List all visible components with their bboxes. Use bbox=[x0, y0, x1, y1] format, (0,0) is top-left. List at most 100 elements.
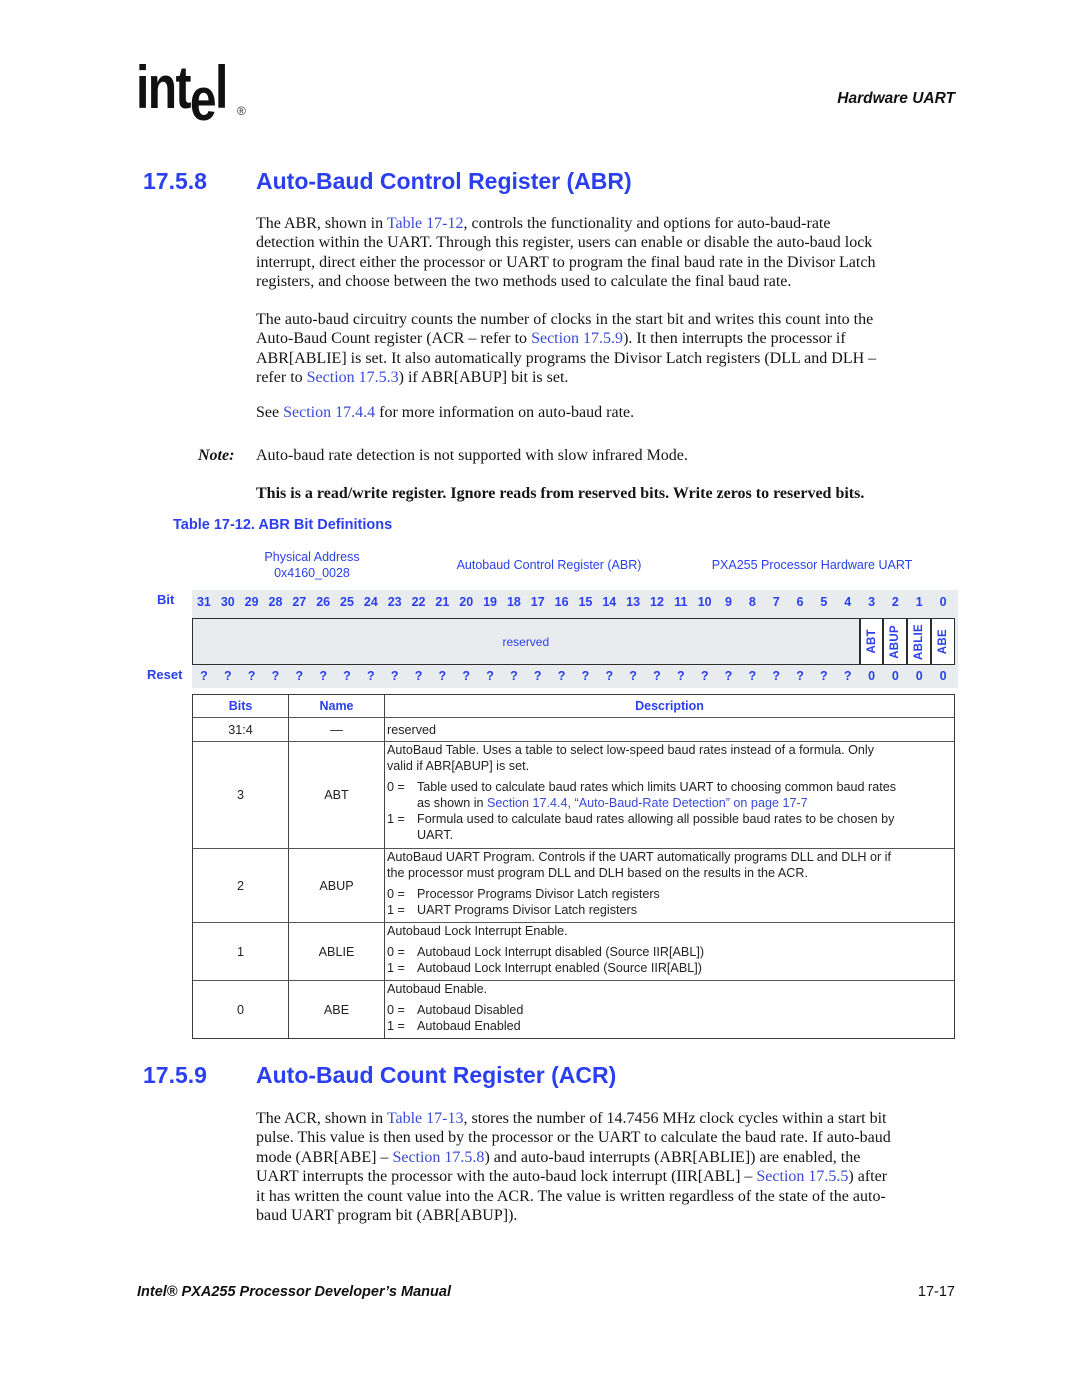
reset-value: ? bbox=[605, 669, 614, 683]
cross-reference-link[interactable]: Section 17.4.4, “Auto-Baud-Rate Detectio… bbox=[487, 796, 808, 810]
reset-value: ? bbox=[462, 669, 471, 683]
description-line: Autobaud Enable. bbox=[387, 981, 952, 997]
register-bit-diagram: 31 30 29 28 27 26 25 24 23 22 21 20 19 18 17 16 15 14 13 12… bbox=[192, 590, 958, 688]
text-run: ) and auto-baud interrupts (ABR[ABLIE]) … bbox=[484, 1148, 861, 1166]
reset-value: ? bbox=[438, 669, 447, 683]
cross-reference-link[interactable]: Section 17.4.4 bbox=[283, 404, 375, 421]
bit-row-label: Bit bbox=[157, 592, 175, 607]
description-cell: reserved bbox=[384, 718, 954, 741]
option-text: Table used to calculate baud rates which… bbox=[387, 779, 952, 811]
bit-number: 4 bbox=[844, 595, 852, 609]
description-line: as shown in Section 17.4.4, “Auto-Baud-R… bbox=[417, 795, 952, 811]
reset-value: ? bbox=[486, 669, 494, 683]
bit-number: 28 bbox=[268, 595, 283, 609]
section-title: Auto-Baud Control Register (ABR) bbox=[256, 168, 632, 194]
description-line: the processor must program DLL and DLH b… bbox=[387, 865, 952, 881]
text-line: Auto-Baud Count register (ACR – refer to… bbox=[256, 329, 876, 348]
text-run: AutoBaud Table. Uses a table to select l… bbox=[387, 743, 875, 757]
bit-number: 3 bbox=[868, 595, 876, 609]
text-run: as shown in bbox=[417, 796, 488, 810]
reset-value: 0 bbox=[891, 669, 899, 683]
bit-number: 14 bbox=[602, 595, 617, 609]
bit-number: 0 bbox=[939, 595, 947, 609]
column-header-bits: Bits bbox=[228, 699, 253, 713]
bit-number: 12 bbox=[650, 595, 664, 609]
abr-paragraph-see-also: See Section 17.4.4 for more information … bbox=[256, 403, 634, 422]
reset-value: ? bbox=[796, 669, 804, 683]
logo-text: l bbox=[214, 54, 228, 121]
text-line: mode (ABR[ABE] – Section 17.5.8) and aut… bbox=[256, 1148, 891, 1167]
physical-address-value: 0x4160_0028 bbox=[274, 565, 350, 580]
text-run: UART. bbox=[417, 828, 454, 842]
option-text: Autobaud Enabled bbox=[387, 1018, 952, 1034]
text-run: The auto-baud circuitry counts the numbe… bbox=[256, 311, 874, 328]
cross-reference-link[interactable]: Section 17.5.5 bbox=[756, 1168, 848, 1185]
bits-cell: 2 bbox=[236, 878, 244, 893]
text-run: refer to bbox=[256, 369, 307, 387]
option-value-key: 1 = bbox=[387, 961, 405, 975]
bit-number: 22 bbox=[411, 595, 426, 609]
bit-number: 27 bbox=[292, 595, 307, 609]
text-run: for more information on auto-baud rate. bbox=[375, 404, 635, 421]
option-text: Processor Programs Divisor Latch registe… bbox=[387, 886, 952, 902]
option-value-key: 1 = bbox=[387, 1019, 405, 1033]
description-line: Autobaud Lock Interrupt Enable. bbox=[387, 923, 952, 939]
description-cell: Autobaud Lock Interrupt Enable. 0 = Autoba… bbox=[384, 923, 954, 980]
value-option: 1 = Formula used to calculate baud rates … bbox=[387, 811, 952, 843]
text-run: registers, and choose between the two me… bbox=[256, 273, 792, 291]
bit-number: 26 bbox=[316, 595, 331, 609]
description-line: Processor Programs Divisor Latch registe… bbox=[417, 886, 952, 902]
description-intro: reserved bbox=[387, 722, 436, 738]
table-header-row: Bits Name Description bbox=[193, 695, 954, 717]
description-line: Autobaud Enabled bbox=[417, 1018, 952, 1034]
bit-number: 20 bbox=[459, 595, 474, 609]
bit-number: 1 bbox=[915, 595, 923, 609]
text-line: UART interrupts the processor with the a… bbox=[256, 1167, 891, 1186]
description-intro: Autobaud Enable. bbox=[387, 981, 952, 997]
name-cell: ABT bbox=[288, 742, 384, 848]
reset-value: ? bbox=[414, 669, 423, 683]
text-run: The ACR, shown in bbox=[256, 1110, 387, 1127]
cross-reference-link[interactable]: Table 17-12 bbox=[387, 215, 464, 232]
text-run: pulse. This value is then used by the pr… bbox=[256, 1129, 891, 1147]
value-options: 0 = Autobaud Lock Interrupt disabled (Sou… bbox=[387, 944, 952, 976]
reset-value: ? bbox=[223, 669, 232, 683]
logo-text: int bbox=[136, 54, 191, 121]
bit-number: 29 bbox=[244, 595, 259, 609]
value-options: 0 = Processor Programs Divisor Latch regi… bbox=[387, 886, 952, 918]
bit-number: 17 bbox=[530, 595, 545, 609]
option-text: Autobaud Lock Interrupt disabled (Source… bbox=[387, 944, 952, 960]
abr-paragraph-1: The ABR, shown in Table 17-12, controls … bbox=[256, 214, 875, 292]
text-run: detection within the UART. Through this … bbox=[256, 234, 873, 252]
bit-number: 18 bbox=[506, 595, 521, 609]
footer-manual-title: Intel® PXA255 Processor Developer’s Manu… bbox=[137, 1284, 451, 1300]
reset-value: ? bbox=[319, 669, 327, 683]
section-title: Auto-Baud Count Register (ACR) bbox=[256, 1062, 617, 1088]
value-option: 1 = Autobaud Enabled bbox=[387, 1018, 952, 1034]
description-intro: Autobaud Lock Interrupt Enable. bbox=[387, 923, 952, 939]
bit-number: 21 bbox=[435, 595, 450, 609]
description-line: UART Programs Divisor Latch registers bbox=[417, 902, 952, 918]
text-run: baud UART program bit (ABR[ABUP]). bbox=[256, 1206, 518, 1224]
section-heading-abr: 17.5.8 Auto-Baud Control Register (ABR) bbox=[143, 167, 943, 195]
reset-value: ? bbox=[200, 669, 208, 683]
bit-number: 31 bbox=[196, 595, 211, 609]
cross-reference-link[interactable]: Section 17.5.9 bbox=[531, 330, 623, 347]
text-run: Auto-Baud Count register (ACR – refer to bbox=[256, 330, 532, 348]
cross-reference-link[interactable]: Section 17.5.8 bbox=[392, 1149, 484, 1166]
description-cell: AutoBaud UART Program. Controls if the U… bbox=[384, 849, 954, 922]
intel-logo: intel bbox=[136, 58, 228, 130]
section-heading-acr: 17.5.9 Auto-Baud Count Register (ACR) bbox=[143, 1061, 943, 1089]
field-label: ABT bbox=[865, 629, 878, 654]
text-run: Autobaud Disabled bbox=[417, 1003, 524, 1017]
cross-reference-link[interactable]: Section 17.5.3 bbox=[307, 369, 399, 386]
description-line: Autobaud Lock Interrupt enabled (Source … bbox=[417, 960, 952, 976]
register-field-reserved: reserved bbox=[192, 618, 860, 665]
text-run: Autobaud Lock Interrupt Enable. bbox=[387, 924, 568, 938]
cross-reference-link[interactable]: Table 17-13 bbox=[387, 1110, 464, 1127]
text-line: pulse. This value is then used by the pr… bbox=[256, 1128, 891, 1147]
reset-value: 0 bbox=[915, 669, 923, 683]
reset-value: ? bbox=[676, 669, 685, 683]
option-text: Autobaud Lock Interrupt enabled (Source … bbox=[387, 960, 952, 976]
table-caption: Table 17-12. ABR Bit Definitions bbox=[173, 517, 393, 533]
